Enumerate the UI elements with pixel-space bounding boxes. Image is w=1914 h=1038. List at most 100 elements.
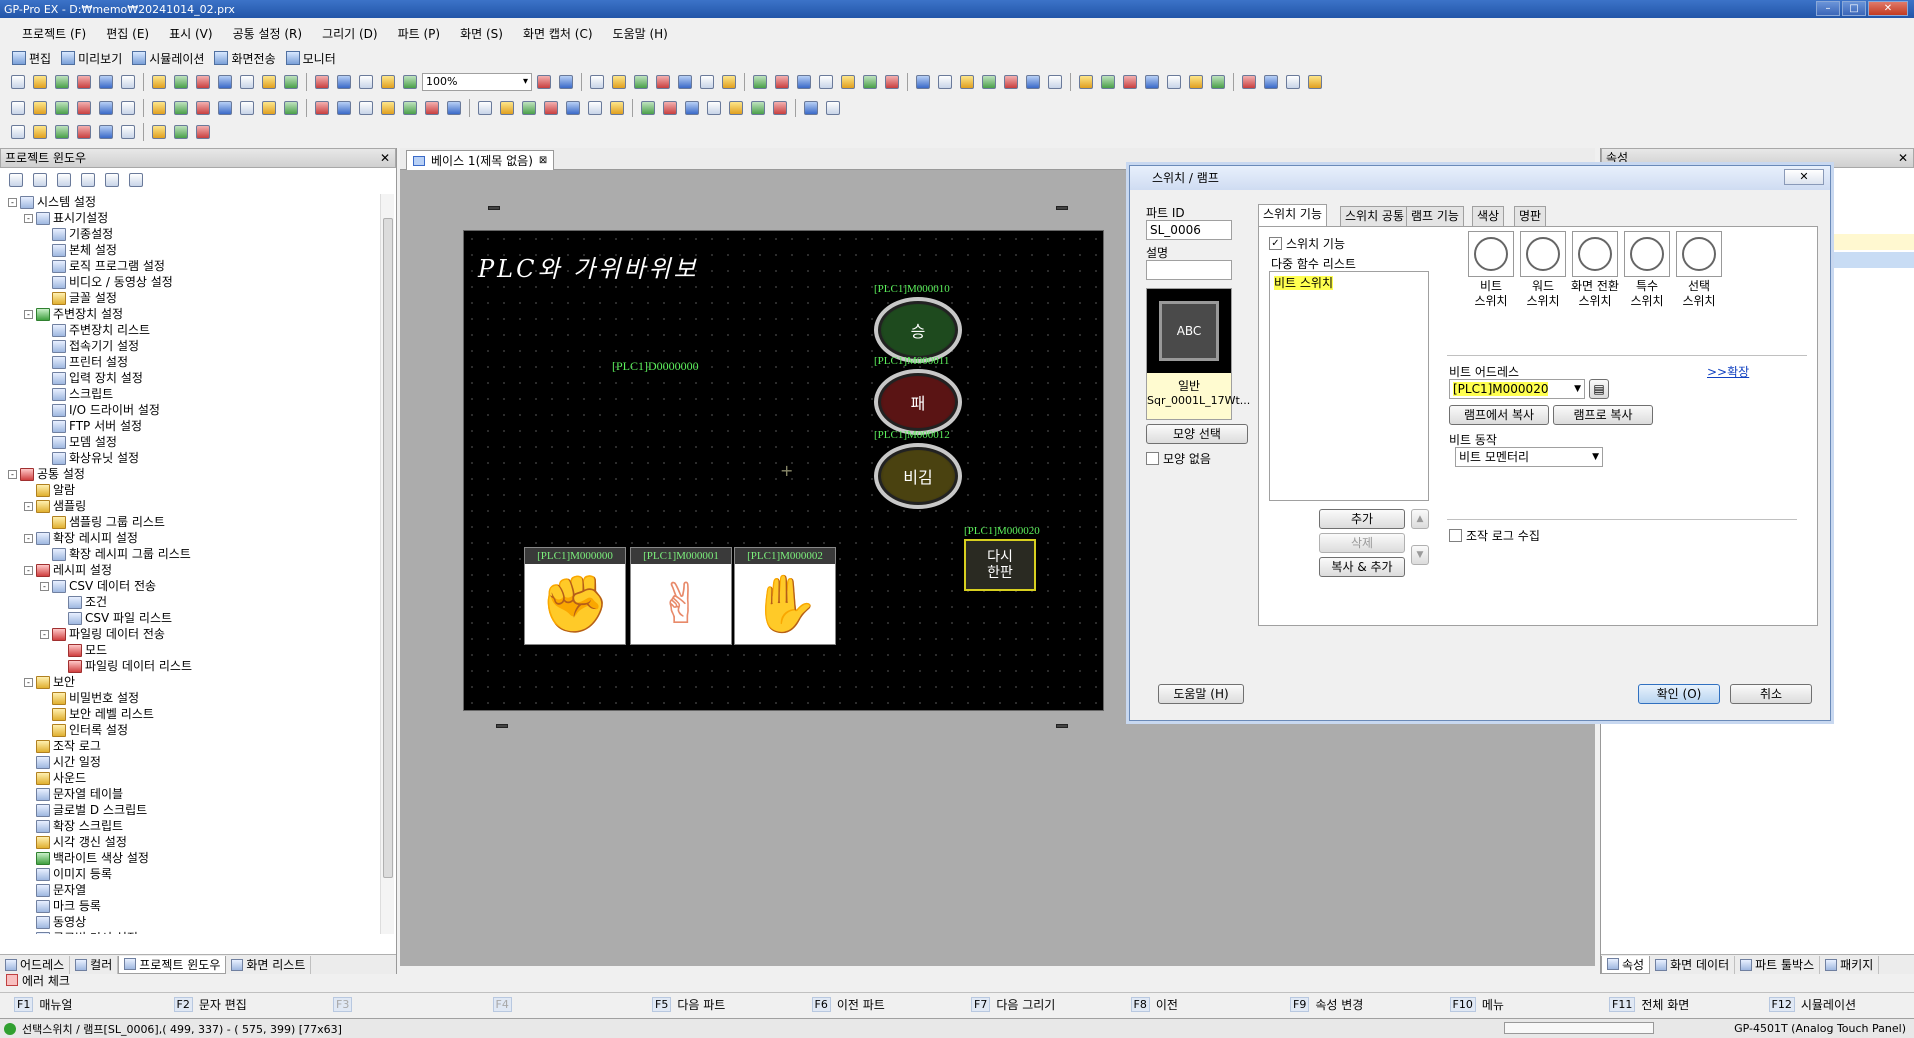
- mode-button[interactable]: 시뮬레이션: [128, 48, 208, 68]
- toolbar-icon[interactable]: [334, 72, 354, 92]
- expand-icon[interactable]: -: [24, 501, 33, 511]
- toolbar-icon[interactable]: [444, 98, 464, 118]
- toolbar-icon[interactable]: [750, 72, 770, 92]
- toolbar-icon[interactable]: [52, 98, 72, 118]
- toolbar-icon[interactable]: [8, 98, 28, 118]
- toolbar-icon[interactable]: [1186, 72, 1206, 92]
- resize-handle[interactable]: [488, 206, 500, 210]
- resize-handle[interactable]: [1056, 724, 1068, 728]
- switch-type-screen-change[interactable]: 화면 전환 스위치: [1567, 231, 1623, 309]
- toolbar-icon[interactable]: [1045, 72, 1065, 92]
- tree-item[interactable]: I/O 드라이버 설정: [4, 402, 382, 418]
- copy-to-lamp-button[interactable]: 램프로 복사: [1553, 405, 1653, 425]
- tree-item[interactable]: 모드: [4, 642, 382, 658]
- tree-item[interactable]: - 샘플링: [4, 498, 382, 514]
- toolbar-icon[interactable]: [772, 72, 792, 92]
- fkey-f7[interactable]: F7 다음 그리기: [957, 996, 1117, 1013]
- bit-address-field[interactable]: [PLC1]M000020 ▼: [1449, 379, 1585, 399]
- close-button[interactable]: ✕: [1868, 1, 1908, 16]
- tree-item[interactable]: 화상유닛 설정: [4, 450, 382, 466]
- dialog-tab-1[interactable]: 스위치 공통: [1340, 206, 1410, 226]
- tree-item[interactable]: 비디오 / 동영상 설정: [4, 274, 382, 290]
- tree-item[interactable]: 스크립트: [4, 386, 382, 402]
- bit-action-select[interactable]: 비트 모멘터리 ▼: [1455, 447, 1603, 467]
- ok-button[interactable]: 확인 (O): [1638, 684, 1720, 704]
- toolbar-icon[interactable]: [556, 72, 576, 92]
- toolbar-icon[interactable]: [378, 72, 398, 92]
- toolbar-icon[interactable]: [607, 98, 627, 118]
- toolbar-icon[interactable]: [1142, 72, 1162, 92]
- tree-item[interactable]: 시각 갱신 설정: [4, 834, 382, 850]
- menu-item[interactable]: 그리기 (D): [312, 25, 388, 42]
- move-down-button[interactable]: ▼: [1411, 545, 1429, 565]
- toolbar-icon[interactable]: [400, 72, 420, 92]
- shape-preview[interactable]: ABC 일반 Sqr_0001L_17Wt...: [1146, 288, 1250, 420]
- minimize-button[interactable]: –: [1816, 1, 1840, 16]
- switch-type-word[interactable]: 워드 스위치: [1515, 231, 1571, 309]
- screen-canvas[interactable]: PLC와 가위바위보 [PLC1]D0000000 + [PLC1]M00001…: [463, 230, 1104, 711]
- switch-type-select[interactable]: 선택 스위치: [1671, 231, 1727, 309]
- toolbar-icon[interactable]: [816, 72, 836, 92]
- close-icon[interactable]: ⊠: [539, 155, 547, 166]
- tree-item[interactable]: 사운드: [4, 770, 382, 786]
- tree-item[interactable]: - 주변장치 설정: [4, 306, 382, 322]
- tree-item[interactable]: - 시스템 설정: [4, 194, 382, 210]
- fkey-f10[interactable]: F10 메뉴: [1436, 996, 1596, 1013]
- toolbar-icon[interactable]: [52, 72, 72, 92]
- menu-item[interactable]: 프로젝트 (F): [12, 25, 96, 42]
- toolbar-icon[interactable]: [1208, 72, 1228, 92]
- toolbar-icon[interactable]: [378, 98, 398, 118]
- tree-item[interactable]: 파일링 데이터 리스트: [4, 658, 382, 674]
- toolbar-icon[interactable]: [74, 122, 94, 142]
- switch-type-bit[interactable]: 비트 스위치: [1463, 231, 1519, 309]
- toolbar-icon[interactable]: [475, 98, 495, 118]
- toolbar-icon[interactable]: [54, 170, 74, 190]
- toolbar-icon[interactable]: [1305, 72, 1325, 92]
- copy-from-lamp-button[interactable]: 램프에서 복사: [1449, 405, 1549, 425]
- mode-button[interactable]: 모니터: [282, 48, 340, 68]
- expand-link[interactable]: >>확장: [1707, 363, 1749, 380]
- toolbar-icon[interactable]: [913, 72, 933, 92]
- tree-item[interactable]: 글로벌 D 스크립트: [4, 802, 382, 818]
- close-icon[interactable]: ✕: [1898, 149, 1908, 167]
- tree-item[interactable]: 마크 등록: [4, 898, 382, 914]
- toolbar-icon[interactable]: [1283, 72, 1303, 92]
- toolbar-icon[interactable]: [30, 72, 50, 92]
- toolbar-icon[interactable]: [563, 98, 583, 118]
- resize-handle[interactable]: [496, 724, 508, 728]
- mode-button[interactable]: 미리보기: [57, 48, 126, 68]
- toolbar-icon[interactable]: [1164, 72, 1184, 92]
- switch-type-special[interactable]: 특수 스위치: [1619, 231, 1675, 309]
- dialog-tab-0[interactable]: 스위치 기능: [1258, 204, 1328, 226]
- toolbar-icon[interactable]: [30, 98, 50, 118]
- reset-switch[interactable]: 다시 한판: [964, 539, 1036, 591]
- toolbar-icon[interactable]: [281, 72, 301, 92]
- toolbar-icon[interactable]: [1098, 72, 1118, 92]
- tree-item[interactable]: 글꼴 설정: [4, 290, 382, 306]
- property-row[interactable]: [1831, 234, 1914, 250]
- hand-switch-scissors[interactable]: [PLC1]M000001 ✌: [630, 547, 732, 645]
- move-up-button[interactable]: ▲: [1411, 509, 1429, 529]
- data-display-label[interactable]: [PLC1]D0000000: [612, 359, 699, 374]
- toolbar-icon[interactable]: [118, 98, 138, 118]
- tab-screen-list[interactable]: 화면 리스트: [226, 955, 312, 974]
- toolbar-icon[interactable]: [957, 72, 977, 92]
- maximize-button[interactable]: □: [1842, 1, 1866, 16]
- toolbar-icon[interactable]: [770, 98, 790, 118]
- fkey-f9[interactable]: F9 속성 변경: [1276, 996, 1436, 1013]
- mode-button[interactable]: 편집: [8, 48, 55, 68]
- toolbar-icon[interactable]: [126, 170, 146, 190]
- description-field[interactable]: [1146, 260, 1232, 280]
- toolbar-icon[interactable]: [259, 98, 279, 118]
- lamp-lose[interactable]: 패: [874, 369, 962, 435]
- toolbar-icon[interactable]: [519, 98, 539, 118]
- toolbar-icon[interactable]: [497, 98, 517, 118]
- toolbar-icon[interactable]: [1023, 72, 1043, 92]
- copy-add-button[interactable]: 복사 & 추가: [1319, 557, 1405, 577]
- toolbar-icon[interactable]: [237, 98, 257, 118]
- toolbar-icon[interactable]: [259, 72, 279, 92]
- toolbar-icon[interactable]: [1076, 72, 1096, 92]
- toolbar-icon[interactable]: [281, 98, 301, 118]
- expand-icon[interactable]: -: [40, 629, 49, 639]
- toolbar-icon[interactable]: [30, 122, 50, 142]
